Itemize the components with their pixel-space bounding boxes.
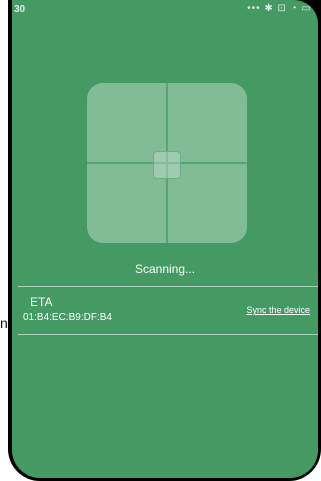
- more-dots-icon: •••: [247, 3, 261, 14]
- sync-device-button[interactable]: Sync the device: [246, 305, 310, 315]
- scanning-status: Scanning...: [134, 262, 196, 276]
- divider-bottom: [18, 334, 318, 335]
- app-screen: 30 ••• ✱ ⊡ ◔ ▭ Scanning... ETA 01:B4:EC:…: [12, 0, 318, 478]
- wifi-icon: ◔: [290, 3, 298, 14]
- device-list-item[interactable]: ETA 01:B4:EC:B9:DF:B4 Sync the device: [12, 287, 318, 333]
- status-time: 30: [14, 4, 26, 15]
- alarm-icon: ⊡: [277, 3, 287, 14]
- device-name: ETA: [30, 295, 53, 309]
- bluetooth-icon: ✱: [264, 3, 274, 14]
- device-mac-address: 01:B4:EC:B9:DF:B4: [23, 312, 112, 323]
- scan-area: [87, 83, 247, 243]
- clipped-side-text: n: [0, 315, 8, 331]
- status-icons: ••• ✱ ⊡ ◔ ▭: [247, 3, 312, 14]
- status-bar: 30 ••• ✱ ⊡ ◔ ▭: [12, 0, 318, 20]
- scan-target-square: [153, 151, 181, 179]
- battery-icon: ▭: [301, 3, 312, 14]
